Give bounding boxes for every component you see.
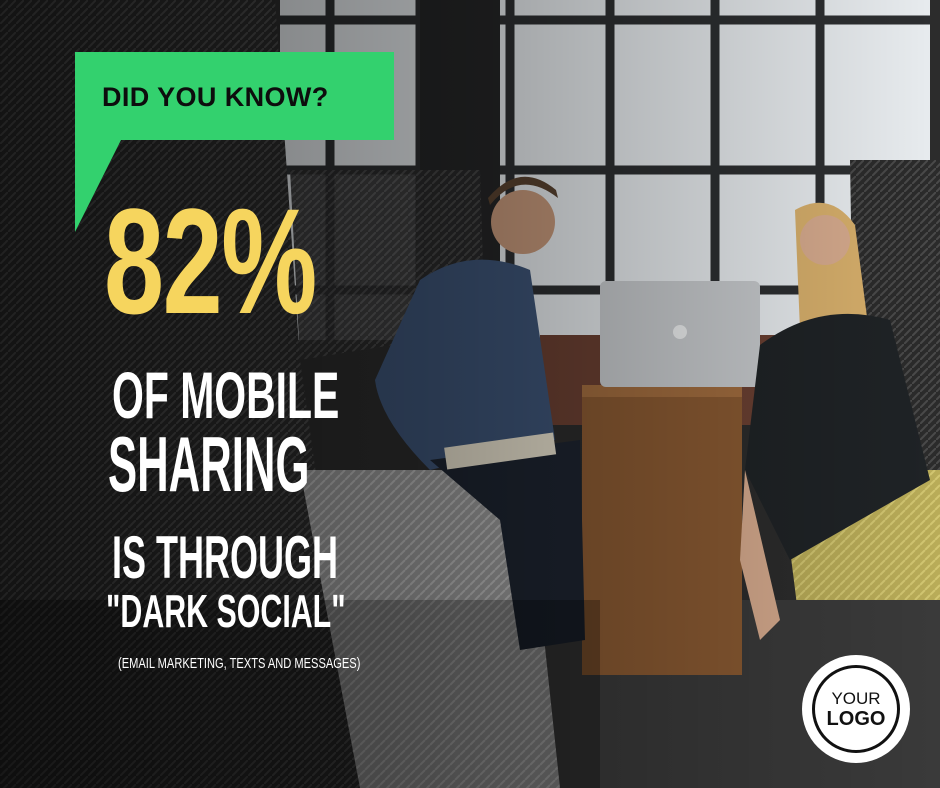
logo-text-bottom: LOGO — [826, 708, 886, 730]
stat-percentage: 82% — [104, 177, 317, 345]
headline-line-1: OF MOBILE — [112, 358, 340, 432]
headline-line-2: SHARING — [108, 420, 310, 508]
logo-badge: YOUR LOGO — [802, 655, 910, 763]
logo-text-top: YOUR — [831, 689, 881, 708]
headline-line-4: "DARK SOCIAL" — [106, 585, 346, 637]
infographic-canvas: DID YOU KNOW? 82% OF MOBILE SHARING IS T… — [0, 0, 940, 788]
headline-note: (EMAIL MARKETING, TEXTS AND MESSAGES) — [118, 655, 361, 672]
callout-text: DID YOU KNOW? — [102, 82, 329, 112]
did-you-know-callout: DID YOU KNOW? — [75, 52, 394, 232]
headline-line-3: IS THROUGH — [112, 524, 339, 591]
